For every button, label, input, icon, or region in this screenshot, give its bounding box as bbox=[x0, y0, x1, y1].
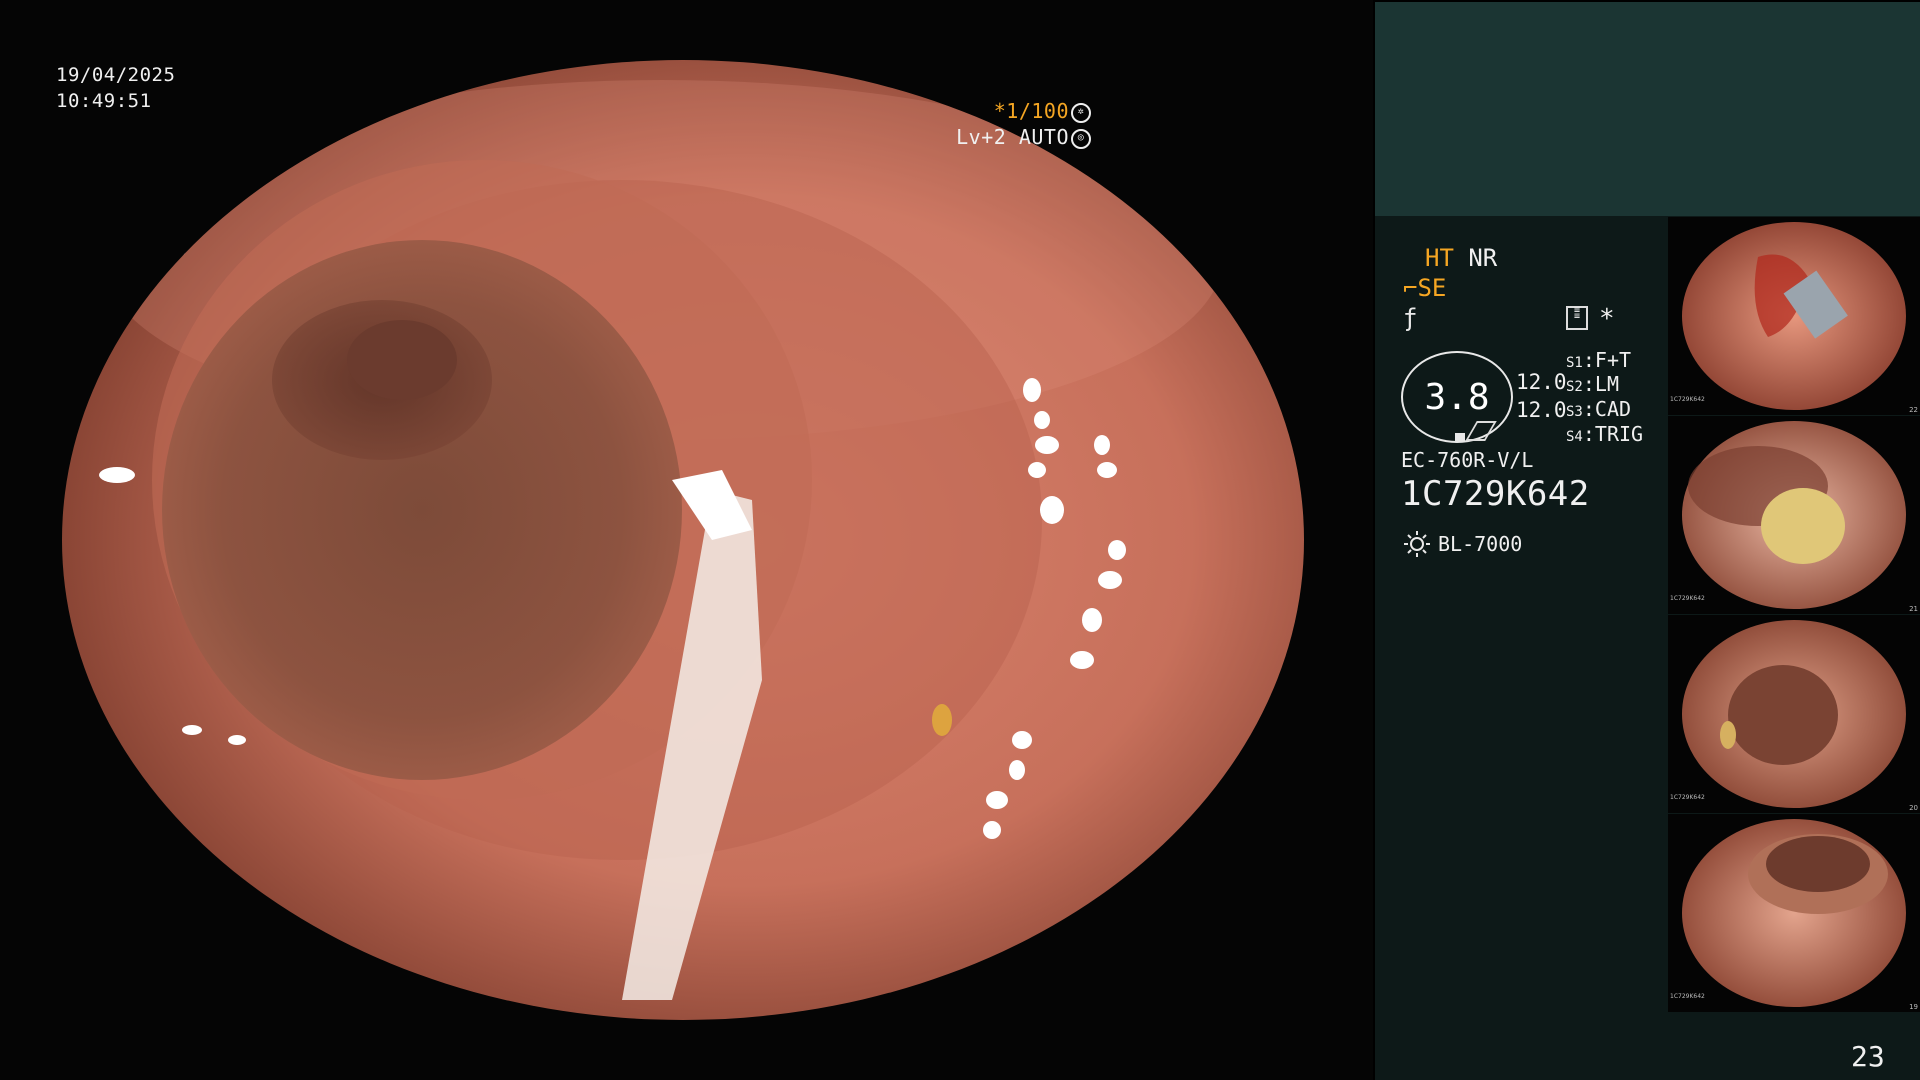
thumbnail-serial: 1C729K642 bbox=[1670, 794, 1705, 801]
thumbnail-index: 22 bbox=[1909, 406, 1918, 414]
captured-image-thumbnail[interactable]: 1C729K642 22 bbox=[1668, 217, 1920, 415]
memo-icon: ≡ ≡ bbox=[1566, 306, 1588, 330]
endoscope-image bbox=[62, 60, 1304, 1020]
thumbnail-serial: 1C729K642 bbox=[1670, 993, 1705, 1000]
setting-value-2: 12.0 bbox=[1516, 398, 1567, 422]
thumbnail-index: 19 bbox=[1909, 1003, 1918, 1011]
mode-se: ⌐SE bbox=[1403, 274, 1446, 302]
thumbnail-serial: 1C729K642 bbox=[1670, 396, 1705, 403]
thumbnail-serial: 1C729K642 bbox=[1670, 595, 1705, 602]
mode-nr-label: NR bbox=[1468, 244, 1498, 272]
freeze-icon: ƒ bbox=[1403, 304, 1418, 332]
captured-image-thumbnail[interactable]: 1C729K642 20 bbox=[1668, 615, 1920, 813]
endoscope-view: 19/04/2025 10:49:51 *1/100 ✲ Lv+2 AUTO ◎ bbox=[0, 0, 1373, 1080]
switch-2: S2:LM bbox=[1566, 372, 1619, 396]
captured-image-thumbnail[interactable]: 1C729K642 19 bbox=[1668, 814, 1920, 1012]
star-icon: * bbox=[1599, 304, 1615, 334]
exposure-overlay: *1/100 ✲ Lv+2 AUTO ◎ bbox=[956, 98, 1091, 150]
thumbnail-index: 21 bbox=[1909, 605, 1918, 613]
switch-3: S3:CAD bbox=[1566, 397, 1632, 421]
captured-image-thumbnail[interactable]: 1C729K642 21 bbox=[1668, 416, 1920, 614]
scope-model: EC-760R-V/L bbox=[1401, 448, 1534, 472]
switch-1: S1:F+T bbox=[1566, 348, 1632, 372]
mode-ht-nr: HT NR bbox=[1425, 244, 1497, 272]
thumbnail-index: 20 bbox=[1909, 804, 1918, 812]
iris-label: AUTO bbox=[1018, 125, 1069, 149]
light-source-label: BL-7000 bbox=[1438, 532, 1523, 556]
patient-info-area bbox=[1375, 2, 1920, 216]
mode-ht-label: HT bbox=[1425, 244, 1454, 272]
level-label: Lv+2 bbox=[956, 125, 1007, 149]
enhancement-indicator: 3.8 bbox=[1401, 351, 1513, 443]
setting-value-1: 12.0 bbox=[1516, 370, 1567, 394]
enhancement-value: 3.8 bbox=[1424, 377, 1490, 418]
mode-se-label: SE bbox=[1417, 274, 1447, 302]
structure-enhance-icon: ⌐ bbox=[1403, 274, 1418, 302]
shutter-speed-label: *1/100 bbox=[993, 99, 1069, 123]
aperture-icon: ✲ bbox=[1071, 102, 1091, 123]
scope-serial: 1C729K642 bbox=[1401, 474, 1590, 514]
light-source-icon bbox=[1404, 531, 1430, 557]
enhance-marker-icon bbox=[1455, 433, 1465, 441]
date-time-overlay: 19/04/2025 10:49:51 bbox=[56, 62, 175, 114]
time-label: 10:49:51 bbox=[56, 90, 152, 112]
iris-icon: ◎ bbox=[1071, 128, 1091, 149]
switch-4: S4:TRIG bbox=[1566, 422, 1644, 446]
date-label: 19/04/2025 bbox=[56, 64, 176, 86]
page-number: 23 bbox=[1851, 1040, 1885, 1073]
info-panel: HT NR ⌐SE ƒ ≡ ≡ * 3.8 12.0 12.0 S1:F+T S2… bbox=[1373, 0, 1920, 1080]
